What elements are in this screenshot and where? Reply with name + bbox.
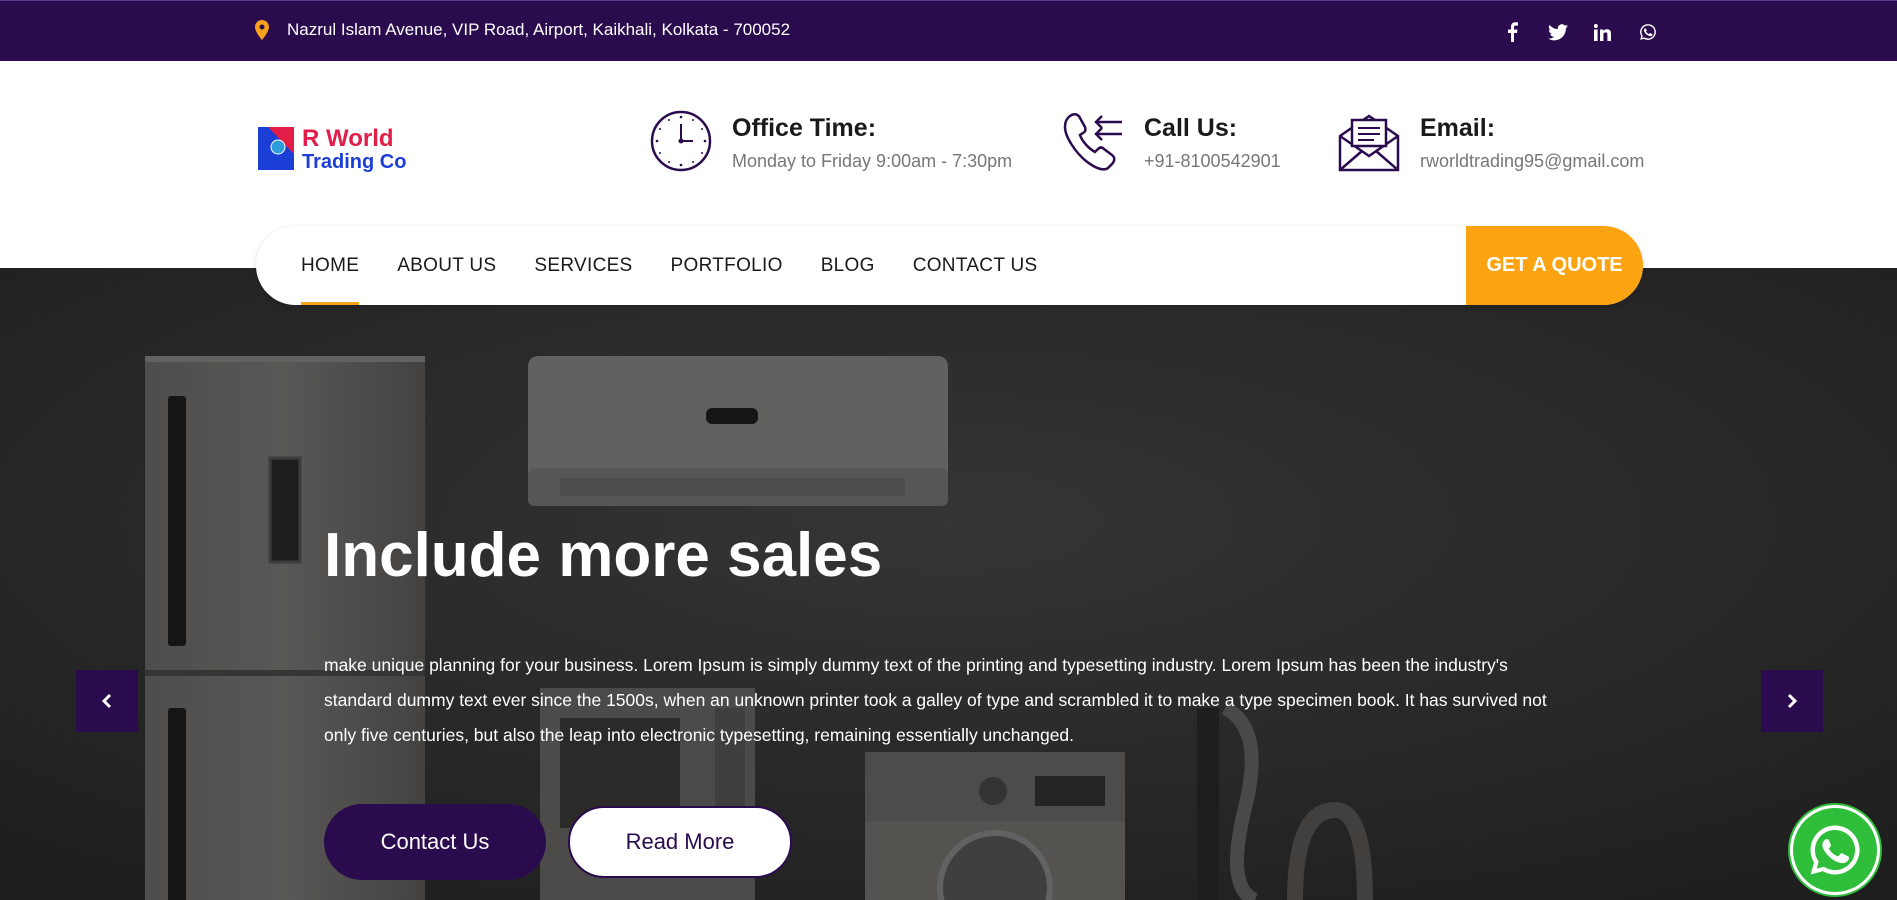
clock-icon xyxy=(650,110,712,172)
slider-prev-button[interactable] xyxy=(76,670,138,732)
office-time-block: Office Time: Monday to Friday 9:00am - 7… xyxy=(650,110,1012,172)
nav-item-portfolio[interactable]: PORTFOLIO xyxy=(671,226,783,305)
call-title: Call Us: xyxy=(1144,114,1238,142)
call-block: Call Us: +91-8100542901 xyxy=(1062,110,1281,172)
twitter-icon[interactable] xyxy=(1535,20,1580,44)
nav-item-about-us[interactable]: ABOUT US xyxy=(397,226,496,305)
main-navigation: HOME ABOUT US SERVICES PORTFOLIO BLOG CO… xyxy=(256,226,1643,305)
read-more-button[interactable]: Read More xyxy=(568,806,792,878)
nav-items: HOME ABOUT US SERVICES PORTFOLIO BLOG CO… xyxy=(301,226,1075,305)
hero-slider xyxy=(0,268,1897,900)
chevron-right-icon xyxy=(1787,693,1798,709)
appliances-background-image xyxy=(0,268,1897,900)
get-a-quote-button[interactable]: GET A QUOTE xyxy=(1466,226,1643,305)
slider-next-button[interactable] xyxy=(1761,670,1823,732)
hero-description: make unique planning for your business. … xyxy=(324,655,1547,745)
logo-line1: R World xyxy=(302,125,394,152)
nav-item-home[interactable]: HOME xyxy=(301,226,360,305)
top-bar: Nazrul Islam Avenue, VIP Road, Airport, … xyxy=(0,0,1897,61)
envelope-icon[interactable] xyxy=(1338,110,1400,172)
address: Nazrul Islam Avenue, VIP Road, Airport, … xyxy=(255,20,790,40)
office-time-title: Office Time: xyxy=(732,114,877,142)
location-pin-icon xyxy=(255,20,269,40)
address-text: Nazrul Islam Avenue, VIP Road, Airport, … xyxy=(287,20,791,39)
social-links xyxy=(1490,20,1670,44)
phone-icon[interactable] xyxy=(1062,110,1124,172)
nav-item-contact-us[interactable]: CONTACT US xyxy=(913,226,1038,305)
hero-title: Include more sales xyxy=(324,521,883,590)
company-logo[interactable]: R World Trading Co xyxy=(256,124,406,174)
office-time-value: Monday to Friday 9:00am - 7:30pm xyxy=(732,151,1013,171)
contact-us-button[interactable]: Contact Us xyxy=(324,804,546,880)
whatsapp-chat-button[interactable] xyxy=(1790,805,1880,895)
logo-line2: Trading Co xyxy=(302,151,406,173)
facebook-icon[interactable] xyxy=(1490,20,1535,44)
chevron-left-icon xyxy=(101,693,112,709)
whatsapp-icon xyxy=(1810,825,1860,875)
call-value[interactable]: +91-8100542901 xyxy=(1144,151,1281,172)
email-value[interactable]: rworldtrading95@gmail.com xyxy=(1420,151,1644,172)
nav-item-blog[interactable]: BLOG xyxy=(821,226,875,305)
email-block: Email: rworldtrading95@gmail.com xyxy=(1338,110,1644,172)
email-title: Email: xyxy=(1420,114,1496,142)
whatsapp-icon[interactable] xyxy=(1625,20,1670,44)
linkedin-icon[interactable] xyxy=(1580,20,1625,44)
nav-item-services[interactable]: SERVICES xyxy=(534,226,632,305)
